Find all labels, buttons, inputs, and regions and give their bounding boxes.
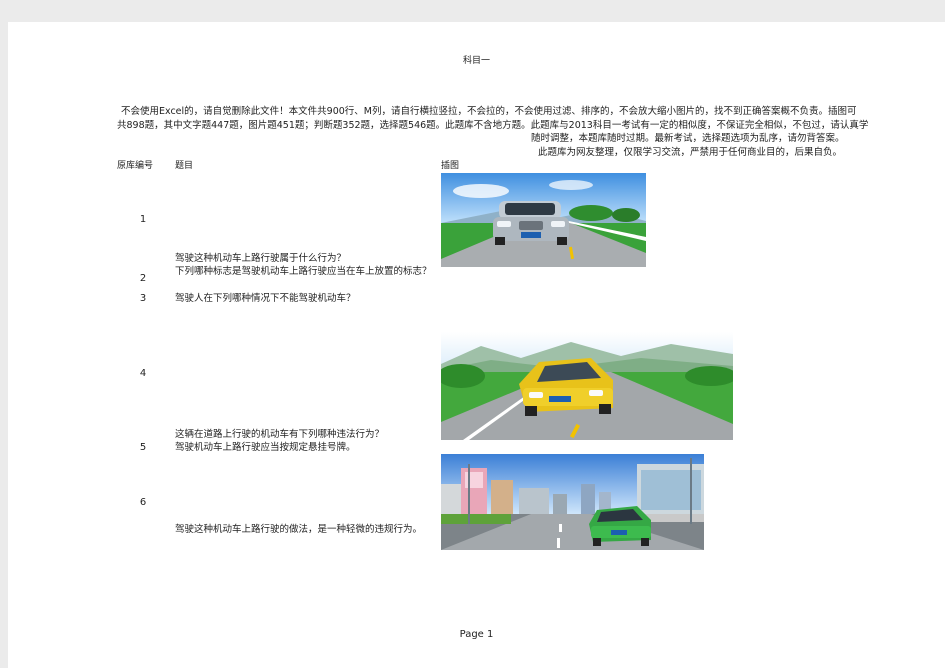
row-3-id: 3 <box>139 293 147 304</box>
row-1-image <box>441 173 646 267</box>
intro-line-2: 共898题，其中文字题447题，图片题451题；判断题352题，选择题546题。… <box>117 120 869 131</box>
row-6-question: 驾驶这种机动车上路行驶的做法，是一种轻微的违规行为。 <box>175 524 423 535</box>
document-page: 科目一 不会使用Excel的，请自觉删除此文件！本文件共900行、M列，请自行横… <box>8 22 945 668</box>
intro-line-1: 不会使用Excel的，请自觉删除此文件！本文件共900行、M列，请自行横拉竖拉，… <box>121 106 857 117</box>
row-3-question: 驾驶人在下列哪种情况下不能驾驶机动车？ <box>175 293 356 304</box>
row-4-id: 4 <box>139 368 147 379</box>
page-footer: Page 1 <box>459 629 494 640</box>
intro-line-4: 此题库为网友整理，仅限学习交流，严禁用于任何商业目的，后果自负。 <box>538 147 843 158</box>
intro-line-3: 随时调整，本题库随时过期。最新考试，选择题选项为乱序，请勿背答案。 <box>531 133 845 144</box>
column-header-image: 插图 <box>441 161 460 171</box>
row-2-id: 2 <box>139 273 147 284</box>
row-5-id: 5 <box>139 442 147 453</box>
yellow-car-illustration <box>441 332 733 440</box>
row-6-id: 6 <box>139 497 147 508</box>
row-1-id: 1 <box>139 214 147 225</box>
row-4-question: 这辆在道路上行驶的机动车有下列哪种违法行为？ <box>175 429 385 440</box>
row-1-question: 驾驶这种机动车上路行驶属于什么行为？ <box>175 253 347 264</box>
row-4-image <box>441 332 733 440</box>
silver-car-illustration <box>441 173 646 267</box>
green-car-city-illustration <box>441 454 704 550</box>
silver-car <box>493 201 569 245</box>
page-title: 科目一 <box>462 56 490 66</box>
green-car <box>589 506 651 546</box>
column-header-question: 题目 <box>175 161 194 171</box>
row-5-question: 驾驶机动车上路行驶应当按规定悬挂号牌。 <box>175 442 356 453</box>
row-6-image <box>441 454 704 550</box>
column-header-id: 原库编号 <box>117 161 154 171</box>
row-2-question: 下列哪种标志是驾驶机动车上路行驶应当在车上放置的标志？ <box>175 266 432 277</box>
